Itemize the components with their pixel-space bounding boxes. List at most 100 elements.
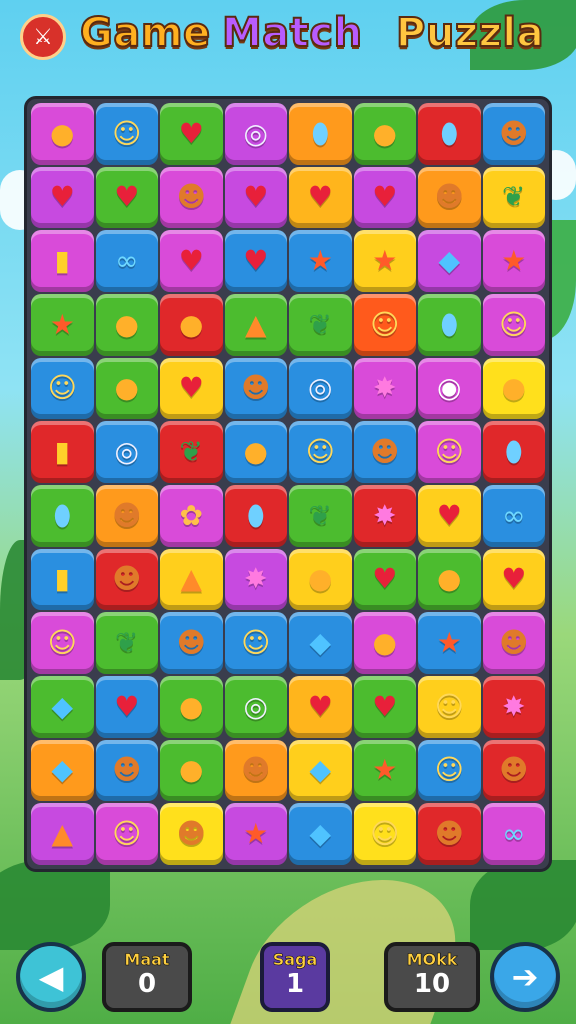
tile-green-egg[interactable]: ⬮	[418, 294, 481, 356]
tile-lemon[interactable]: ●	[482, 357, 545, 420]
tile-purple-face[interactable]: ☻	[482, 739, 545, 802]
tile-blue-gem[interactable]: ⬮	[31, 485, 94, 547]
tile-fish[interactable]: ◎	[95, 421, 158, 483]
tile-chocolate-face[interactable]: ☻	[418, 166, 481, 229]
tile-heart[interactable]: ♥	[224, 230, 287, 292]
tile-blue-gem[interactable]: ◆	[289, 739, 352, 802]
tile-heart[interactable]: ♥	[160, 103, 223, 165]
tile-green-blob[interactable]: ●	[289, 548, 352, 611]
tile-cat-face[interactable]: ☺	[31, 357, 94, 420]
tile-pretzel[interactable]: ∞	[95, 230, 158, 292]
tile-heart[interactable]: ♥	[482, 548, 545, 611]
tile-star[interactable]: ★	[353, 230, 416, 292]
tile-chocolate-face[interactable]: ☻	[482, 612, 545, 674]
tile-heart[interactable]: ♥	[353, 548, 416, 611]
tile-smiley-face[interactable]: ☺	[418, 739, 481, 802]
tile-smiley-face[interactable]: ☺	[95, 103, 158, 165]
tile-smiley-face[interactable]: ☺	[482, 294, 545, 356]
tile-heart[interactable]: ♥	[353, 676, 416, 738]
tile-banana[interactable]: ❦	[95, 612, 158, 674]
tile-heart[interactable]: ♥	[95, 676, 158, 738]
tile-chick-face[interactable]: ☺	[418, 421, 481, 483]
tile-bear-face[interactable]: ☻	[353, 421, 416, 483]
tile-carrot[interactable]: ●	[160, 739, 223, 802]
tile-star[interactable]: ★	[353, 739, 416, 802]
back-arrow-icon[interactable]: ◀	[16, 942, 86, 1012]
tile-smiley-face[interactable]: ☺	[31, 612, 94, 674]
tile-leaf[interactable]: ❦	[160, 421, 223, 483]
tile-purple-face[interactable]: ☻	[95, 485, 158, 547]
tile-star[interactable]: ★	[289, 230, 352, 292]
tile-star[interactable]: ★	[482, 230, 545, 292]
crossed-sword-icon[interactable]: ⚔	[20, 14, 66, 60]
tile-purple-gem[interactable]: ⬮	[418, 103, 481, 165]
tile-cat-face[interactable]: ☺	[418, 676, 481, 738]
tile-eye[interactable]: ◉	[418, 357, 481, 420]
tile-heart[interactable]: ♥	[418, 485, 481, 547]
tile-star[interactable]: ★	[418, 612, 481, 674]
tile-candy-bar[interactable]: ▮	[31, 421, 94, 483]
tile-starfish[interactable]: ★	[31, 294, 94, 356]
tile-green-blob[interactable]: ●	[160, 294, 223, 356]
rocket-icon: ▲	[180, 562, 203, 596]
tile-heart[interactable]: ♥	[31, 166, 94, 229]
tile-splash[interactable]: ✸	[224, 548, 287, 611]
tile-diamond[interactable]: ◆	[289, 803, 352, 865]
tile-tomato[interactable]: ●	[353, 612, 416, 674]
tile-rocket[interactable]: ▲	[160, 548, 223, 611]
tile-cat-face[interactable]: ☻	[160, 612, 223, 674]
tile-pink-gem[interactable]: ◆	[31, 676, 94, 738]
tile-pretzel[interactable]: ∞	[482, 803, 545, 865]
tile-chocolate-face[interactable]: ☻	[160, 803, 223, 865]
tile-egg[interactable]: ⬮	[289, 103, 352, 165]
tile-heart[interactable]: ♥	[224, 166, 287, 229]
tile-leaf[interactable]: ❦	[482, 166, 545, 229]
tile-mango[interactable]: ●	[418, 548, 481, 611]
tile-carrot[interactable]: ▲	[224, 294, 287, 356]
tile-bear-face[interactable]: ☻	[224, 739, 287, 802]
tile-heart[interactable]: ♥	[353, 166, 416, 229]
tile-apple[interactable]: ●	[224, 421, 287, 483]
tile-purple-gem[interactable]: ⬮	[482, 421, 545, 483]
tile-green-face[interactable]: ☺	[353, 803, 416, 865]
tile-orange-face[interactable]: ☻	[224, 357, 287, 420]
tile-blue-gem[interactable]: ◆	[418, 230, 481, 292]
tile-green-gem[interactable]: ✸	[353, 485, 416, 547]
tile-orange-face[interactable]: ☻	[95, 739, 158, 802]
tile-carrot[interactable]: ▲	[31, 803, 94, 865]
tile-splash[interactable]: ✸	[353, 357, 416, 420]
tile-orange-face[interactable]: ☻	[482, 103, 545, 165]
tile-orange[interactable]: ●	[95, 357, 158, 420]
tile-cat-face[interactable]: ☺	[289, 421, 352, 483]
tile-green-orb[interactable]: ●	[353, 103, 416, 165]
tile-candy-bar[interactable]: ▮	[31, 230, 94, 292]
tile-tomato-face[interactable]: ●	[31, 103, 94, 165]
tile-lime[interactable]: ●	[160, 676, 223, 738]
tile-pink-gem[interactable]: ◆	[289, 612, 352, 674]
tile-tomato[interactable]: ◆	[31, 739, 94, 802]
tile-swirl[interactable]: ◎	[224, 103, 287, 165]
tile-heart[interactable]: ♥	[289, 166, 352, 229]
tile-starfish[interactable]: ★	[224, 803, 287, 865]
tile-heart[interactable]: ♥	[160, 357, 223, 420]
tile-bubble[interactable]: ◎	[289, 357, 352, 420]
tile-pencil[interactable]: ▮	[31, 548, 94, 611]
tile-leaf[interactable]: ❦	[289, 294, 352, 356]
tile-pink-heart[interactable]: ♥	[95, 166, 158, 229]
tile-bear-face[interactable]: ☺	[224, 612, 287, 674]
tile-heart[interactable]: ♥	[160, 230, 223, 292]
tile-purple-orb[interactable]: ◎	[224, 676, 287, 738]
tile-smiley-face[interactable]: ☺	[95, 803, 158, 865]
tile-sun[interactable]: ✸	[482, 676, 545, 738]
tile-pretzel[interactable]: ✿	[160, 485, 223, 547]
tile-blue-gem[interactable]: ⬮	[224, 485, 287, 547]
tile-mango[interactable]: ●	[95, 294, 158, 356]
next-arrow-icon[interactable]: ➔	[490, 942, 560, 1012]
tile-pretzel[interactable]: ∞	[482, 485, 545, 547]
tile-face[interactable]: ☺	[353, 294, 416, 356]
tile-heart[interactable]: ♥	[289, 676, 352, 738]
tile-bear-face[interactable]: ☻	[418, 803, 481, 865]
tile-cookie-face[interactable]: ☻	[160, 166, 223, 229]
tile-leaf[interactable]: ❦	[289, 485, 352, 547]
tile-bear-face[interactable]: ☻	[95, 548, 158, 611]
